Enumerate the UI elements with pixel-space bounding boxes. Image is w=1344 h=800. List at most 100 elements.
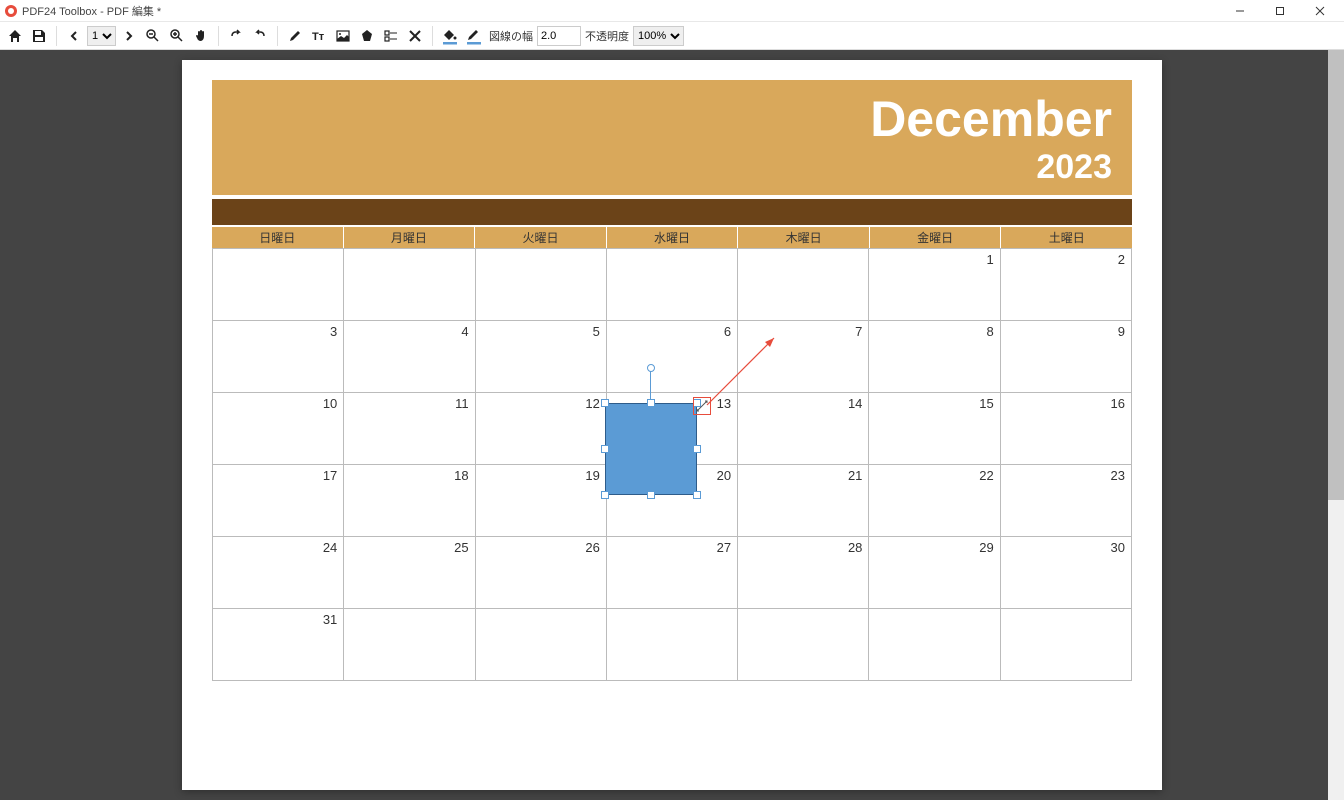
stroke-color-button[interactable]: [463, 25, 485, 47]
calendar-bar: [212, 199, 1132, 225]
calendar-year: 2023: [232, 148, 1112, 187]
calendar-day-headers: 日曜日 月曜日 火曜日 水曜日 木曜日 金曜日 土曜日: [212, 227, 1132, 248]
calendar-cell: 31: [213, 608, 344, 680]
calendar-row: 24 25 26 27 28 29 30: [213, 536, 1131, 608]
calendar-cell: 9: [1001, 320, 1131, 392]
arrow-annotation: [702, 330, 782, 410]
line-width-label: 図線の幅: [489, 28, 533, 44]
fill-color-button[interactable]: [439, 25, 461, 47]
calendar-cell: 16: [1001, 392, 1131, 464]
pan-tool-button[interactable]: [190, 25, 212, 47]
pdf-page[interactable]: December 2023 日曜日 月曜日 火曜日 水曜日 木曜日 金曜日 土曜…: [182, 60, 1162, 790]
calendar-cell: 18: [344, 464, 475, 536]
rectangle-shape[interactable]: [605, 403, 697, 495]
vertical-scrollbar[interactable]: [1328, 50, 1344, 800]
resize-handle-e[interactable]: [693, 445, 701, 453]
cursor-highlight: [693, 397, 711, 415]
image-tool-button[interactable]: [332, 25, 354, 47]
day-header: 日曜日: [212, 227, 344, 248]
scrollbar-thumb[interactable]: [1328, 50, 1344, 500]
calendar-row: 31: [213, 608, 1131, 680]
rotation-handle[interactable]: [647, 364, 655, 372]
shape-tool-button[interactable]: [356, 25, 378, 47]
calendar-cell: 8: [869, 320, 1000, 392]
calendar-cell: 27: [607, 536, 738, 608]
separator: [277, 26, 278, 46]
calendar-cell: 22: [869, 464, 1000, 536]
calendar-cell: 19: [476, 464, 607, 536]
redo-button[interactable]: [225, 25, 247, 47]
calendar-cell: 1: [869, 248, 1000, 320]
zoom-out-button[interactable]: [142, 25, 164, 47]
titlebar: PDF24 Toolbox - PDF 編集 *: [0, 0, 1344, 22]
calendar-cell: 25: [344, 536, 475, 608]
day-header: 木曜日: [738, 227, 870, 248]
day-header: 月曜日: [344, 227, 476, 248]
toolbar: 1 Tᴛ 図線の幅 不透明度 100%: [0, 22, 1344, 50]
zoom-in-button[interactable]: [166, 25, 188, 47]
day-header: 火曜日: [475, 227, 607, 248]
calendar-row: 3 4 5 6 7 8 9: [213, 320, 1131, 392]
calendar-cell: [476, 608, 607, 680]
calendar-cell: 21: [738, 464, 869, 536]
calendar-cell: [1001, 608, 1131, 680]
resize-handle-w[interactable]: [601, 445, 609, 453]
window-title: PDF24 Toolbox - PDF 編集 *: [22, 3, 1220, 19]
calendar-cell: 5: [476, 320, 607, 392]
page-select[interactable]: 1: [87, 26, 116, 46]
app-icon: [4, 4, 18, 18]
calendar-cell: [476, 248, 607, 320]
calendar-cell: 2: [1001, 248, 1131, 320]
calendar-cell: [738, 608, 869, 680]
rotation-line: [650, 370, 651, 400]
resize-handle-se[interactable]: [693, 491, 701, 499]
separator: [432, 26, 433, 46]
calendar-cell: 15: [869, 392, 1000, 464]
workspace[interactable]: December 2023 日曜日 月曜日 火曜日 水曜日 木曜日 金曜日 土曜…: [0, 50, 1344, 800]
line-width-input[interactable]: [537, 26, 581, 46]
save-button[interactable]: [28, 25, 50, 47]
day-header: 土曜日: [1001, 227, 1132, 248]
calendar-cell: 24: [213, 536, 344, 608]
calendar-cell: 30: [1001, 536, 1131, 608]
form-tool-button[interactable]: [380, 25, 402, 47]
pen-tool-button[interactable]: [284, 25, 306, 47]
minimize-button[interactable]: [1220, 0, 1260, 22]
calendar-cell: 3: [213, 320, 344, 392]
calendar-cell: [738, 248, 869, 320]
calendar-cell: 11: [344, 392, 475, 464]
resize-handle-sw[interactable]: [601, 491, 609, 499]
window-controls: [1220, 0, 1340, 22]
close-button[interactable]: [1300, 0, 1340, 22]
calendar-cell: 12: [476, 392, 607, 464]
delete-tool-button[interactable]: [404, 25, 426, 47]
calendar-cell: [344, 608, 475, 680]
opacity-select[interactable]: 100%: [633, 26, 684, 46]
home-button[interactable]: [4, 25, 26, 47]
calendar-header: December 2023: [212, 80, 1132, 195]
calendar-cell: [607, 248, 738, 320]
calendar-cell: [607, 608, 738, 680]
calendar-cell: 28: [738, 536, 869, 608]
maximize-button[interactable]: [1260, 0, 1300, 22]
separator: [56, 26, 57, 46]
calendar-cell: [869, 608, 1000, 680]
resize-handle-nw[interactable]: [601, 399, 609, 407]
prev-page-button[interactable]: [63, 25, 85, 47]
next-page-button[interactable]: [118, 25, 140, 47]
undo-button[interactable]: [249, 25, 271, 47]
calendar-cell: 29: [869, 536, 1000, 608]
calendar-cell: 26: [476, 536, 607, 608]
text-tool-button[interactable]: Tᴛ: [308, 25, 330, 47]
calendar-cell: [213, 248, 344, 320]
calendar-cell: 10: [213, 392, 344, 464]
svg-text:Tᴛ: Tᴛ: [312, 31, 325, 43]
resize-handle-n[interactable]: [647, 399, 655, 407]
calendar-cell: 23: [1001, 464, 1131, 536]
day-header: 金曜日: [870, 227, 1002, 248]
opacity-label: 不透明度: [585, 28, 629, 44]
calendar-row: 1 2: [213, 248, 1131, 320]
day-header: 水曜日: [607, 227, 739, 248]
calendar-month: December: [232, 90, 1112, 148]
resize-handle-s[interactable]: [647, 491, 655, 499]
